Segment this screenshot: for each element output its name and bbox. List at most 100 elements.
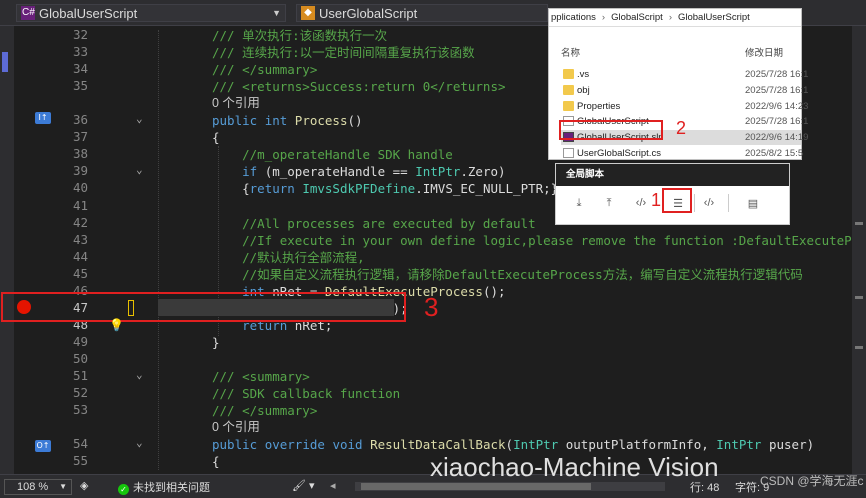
- folder-icon: [563, 84, 574, 95]
- scroll-left-icon[interactable]: ◂: [330, 479, 336, 492]
- toolbar-divider: [694, 194, 695, 212]
- file-row[interactable]: obj 2025/7/28 16:1: [561, 83, 808, 98]
- brush-icon[interactable]: 🖌 ▾: [292, 479, 315, 492]
- folder-icon: [563, 69, 574, 79]
- csharp-project-icon: C#: [21, 6, 35, 20]
- reference-count[interactable]: 0 个引用: [212, 419, 856, 436]
- toolbar-divider: [728, 194, 729, 212]
- indent-guide: [158, 30, 159, 470]
- annotation-box-list: [662, 188, 692, 213]
- file-row[interactable]: UserGlobalScript.cs 2025/8/2 15:5: [561, 146, 804, 161]
- csdn-credit: CSDN @学海无涯c: [760, 474, 864, 488]
- class-icon: ◆: [301, 6, 315, 20]
- chevron-down-icon: ▼: [59, 482, 67, 491]
- code-line: /// </summary>: [212, 403, 318, 419]
- column-date[interactable]: 修改日期: [745, 45, 783, 59]
- save-icon[interactable]: ▤: [740, 192, 766, 214]
- line-number: 50: [72, 350, 88, 366]
- fold-icon[interactable]: ⌄: [136, 436, 143, 449]
- edit-marker: [128, 300, 134, 316]
- check-icon: ✓: [118, 484, 129, 495]
- file-date: 2025/7/28 16:1: [745, 69, 809, 80]
- scroll-thumb[interactable]: [361, 483, 591, 490]
- fold-icon[interactable]: ⌄: [136, 112, 143, 125]
- intellicode-icon[interactable]: ◈: [80, 479, 88, 492]
- fold-icon[interactable]: ⌄: [136, 163, 143, 176]
- chevron-right-icon: ›: [668, 12, 672, 23]
- panel-title: 全局脚本: [556, 164, 789, 186]
- line-number: 43: [72, 231, 88, 247]
- code-file-icon[interactable]: ‹/›: [696, 192, 722, 214]
- file-row[interactable]: Properties 2022/9/6 14:23: [561, 99, 808, 114]
- line-number: 53: [72, 402, 88, 418]
- fold-icon[interactable]: ⌄: [136, 368, 143, 381]
- class-dropdown[interactable]: ◆ UserGlobalScript: [296, 4, 548, 22]
- project-dropdown[interactable]: C# GlobalUserScript ▼: [16, 4, 286, 22]
- line-number: 41: [72, 197, 88, 213]
- line-number: 37: [72, 129, 88, 145]
- folder-icon: [563, 100, 574, 111]
- export-icon[interactable]: ⤒: [596, 192, 622, 214]
- line-number: 51: [72, 368, 88, 383]
- code-line: /// SDK callback function: [212, 386, 401, 402]
- line-number: 36: [72, 112, 88, 128]
- file-name: Properties: [577, 100, 621, 112]
- annotation-number-1: 1: [651, 190, 662, 210]
- breakpoint-icon[interactable]: [17, 300, 31, 314]
- line-number: 44: [72, 248, 88, 264]
- line-number: 45: [72, 265, 88, 281]
- line-number: 52: [72, 385, 88, 401]
- file-date: 2025/8/2 15:5: [745, 148, 804, 159]
- line-number: 38: [72, 146, 88, 162]
- annotation-number-2: 2: [676, 118, 687, 138]
- line-number: 55: [72, 453, 88, 469]
- override-icon[interactable]: O↑: [35, 440, 51, 452]
- column-header: 名称 修改日期: [561, 45, 801, 61]
- file-date: 2025/7/28 16:1: [745, 116, 809, 128]
- scroll-marker: [855, 346, 863, 349]
- file-row[interactable]: .vs 2025/7/28 16:1: [561, 67, 808, 82]
- code-line: }: [212, 334, 220, 350]
- file-date: 2022/9/6 14:23: [745, 100, 809, 112]
- chevron-down-icon: ▼: [272, 8, 281, 18]
- lightbulb-icon[interactable]: 💡: [109, 318, 124, 332]
- annotation-box-sln: [559, 120, 663, 140]
- code-line: //默认执行全部流程,: [212, 249, 365, 265]
- line-number: 54: [72, 436, 88, 452]
- vertical-scrollbar[interactable]: [852, 26, 866, 474]
- annotation-number-3: 3: [424, 292, 439, 322]
- line-number: 35: [72, 78, 88, 94]
- line-number: 49: [72, 333, 88, 349]
- address-bar[interactable]: pplications › GlobalScript › GlobalUserScr…: [549, 9, 801, 27]
- override-icon[interactable]: I↑: [35, 112, 51, 124]
- watermark: xiaochao-Machine Vision: [430, 452, 719, 482]
- line-number: 42: [72, 214, 88, 230]
- line-number: 34: [72, 61, 88, 77]
- code-line: public override void ResultDataCallBack(…: [212, 437, 815, 453]
- column-name[interactable]: 名称: [561, 48, 580, 59]
- annotation-box-breakpoint-line: [1, 292, 406, 322]
- file-name: .vs: [577, 69, 590, 80]
- code-line: //If execute in your own define logic,pl…: [212, 232, 866, 248]
- chevron-right-icon: ›: [601, 12, 606, 23]
- file-name: obj: [577, 84, 590, 96]
- file-date: 2022/9/6 14:19: [745, 132, 809, 144]
- issues-indicator[interactable]: ✓ 未找到相关问题: [118, 479, 210, 495]
- line-number: 33: [72, 44, 88, 60]
- solution-explorer-tab[interactable]: [2, 52, 8, 72]
- line-number: 40: [72, 180, 88, 196]
- scroll-marker: [855, 222, 863, 225]
- code-line: /// <summary>: [212, 369, 310, 384]
- zoom-dropdown[interactable]: 108 % ▼: [4, 479, 72, 495]
- file-name: UserGlobalScript.cs: [577, 148, 661, 159]
- import-icon[interactable]: ⤓: [566, 192, 592, 214]
- file-icon: [563, 148, 574, 158]
- line-number: 39: [72, 163, 88, 179]
- line-number: 32: [72, 27, 88, 42]
- code-line: //如果自定义流程执行逻辑，请移除DefaultExecuteProcess方法…: [212, 266, 803, 282]
- horizontal-scrollbar[interactable]: [355, 482, 665, 491]
- scroll-marker: [855, 296, 863, 299]
- file-date: 2025/7/28 16:1: [745, 84, 809, 96]
- left-tool-strip: [0, 26, 14, 474]
